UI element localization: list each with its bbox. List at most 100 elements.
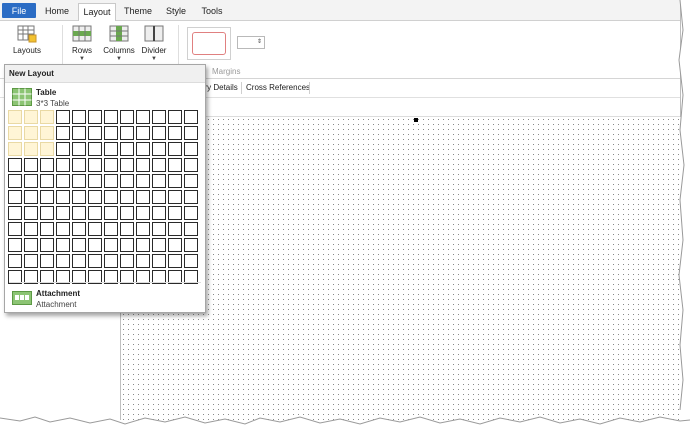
table-grid-cell[interactable] bbox=[168, 190, 182, 204]
table-grid-cell[interactable] bbox=[56, 206, 70, 220]
table-grid-cell[interactable] bbox=[120, 126, 134, 140]
table-grid-cell[interactable] bbox=[168, 110, 182, 124]
table-grid-cell[interactable] bbox=[88, 142, 102, 156]
table-grid-cell[interactable] bbox=[104, 142, 118, 156]
table-grid-cell[interactable] bbox=[88, 238, 102, 252]
table-grid-cell[interactable] bbox=[72, 142, 86, 156]
table-grid-cell[interactable] bbox=[184, 158, 198, 172]
table-grid-cell[interactable] bbox=[152, 238, 166, 252]
table-grid-cell[interactable] bbox=[88, 110, 102, 124]
table-grid-cell[interactable] bbox=[168, 254, 182, 268]
table-grid-cell[interactable] bbox=[152, 174, 166, 188]
table-grid-cell[interactable] bbox=[104, 222, 118, 236]
tab-cross-references[interactable]: Cross References bbox=[246, 83, 310, 92]
table-grid-cell[interactable] bbox=[104, 238, 118, 252]
table-grid-cell[interactable] bbox=[88, 254, 102, 268]
table-grid-cell[interactable] bbox=[136, 142, 150, 156]
table-grid-cell[interactable] bbox=[40, 174, 54, 188]
table-grid-cell[interactable] bbox=[8, 174, 22, 188]
table-grid-cell[interactable] bbox=[56, 142, 70, 156]
table-grid-cell[interactable] bbox=[8, 254, 22, 268]
table-grid-cell[interactable] bbox=[88, 126, 102, 140]
table-grid-cell[interactable] bbox=[72, 238, 86, 252]
table-grid-cell[interactable] bbox=[72, 254, 86, 268]
table-grid-cell[interactable] bbox=[24, 238, 38, 252]
rows-button[interactable]: Rows ▼ bbox=[68, 25, 96, 62]
table-grid-cell[interactable] bbox=[136, 222, 150, 236]
table-grid-cell[interactable] bbox=[40, 254, 54, 268]
table-grid-cell[interactable] bbox=[24, 254, 38, 268]
table-grid-cell[interactable] bbox=[8, 190, 22, 204]
tab-style[interactable]: Style bbox=[162, 3, 190, 19]
table-grid-cell[interactable] bbox=[40, 206, 54, 220]
table-grid-cell[interactable] bbox=[136, 174, 150, 188]
table-grid-cell[interactable] bbox=[152, 158, 166, 172]
margin-value-spinner[interactable]: ⇕ bbox=[237, 36, 265, 49]
table-grid-cell[interactable] bbox=[104, 110, 118, 124]
table-grid-cell[interactable] bbox=[104, 206, 118, 220]
table-grid-cell[interactable] bbox=[168, 238, 182, 252]
table-grid-cell[interactable] bbox=[152, 142, 166, 156]
table-grid-cell[interactable] bbox=[24, 206, 38, 220]
table-grid-cell[interactable] bbox=[168, 126, 182, 140]
table-grid-cell[interactable] bbox=[152, 206, 166, 220]
tab-layout[interactable]: Layout bbox=[78, 3, 116, 22]
table-grid-cell[interactable] bbox=[136, 126, 150, 140]
table-grid-cell[interactable] bbox=[8, 126, 22, 140]
table-grid-cell[interactable] bbox=[152, 254, 166, 268]
table-grid-cell[interactable] bbox=[168, 222, 182, 236]
divider-button[interactable]: Divider ▼ bbox=[140, 25, 168, 62]
table-grid-cell[interactable] bbox=[120, 110, 134, 124]
table-grid-cell[interactable] bbox=[40, 222, 54, 236]
table-grid-cell[interactable] bbox=[136, 238, 150, 252]
table-grid-cell[interactable] bbox=[120, 174, 134, 188]
table-grid-cell[interactable] bbox=[168, 174, 182, 188]
table-grid-cell[interactable] bbox=[40, 238, 54, 252]
table-grid-cell[interactable] bbox=[8, 238, 22, 252]
table-grid-cell[interactable] bbox=[120, 142, 134, 156]
table-grid-cell[interactable] bbox=[88, 174, 102, 188]
table-grid-cell[interactable] bbox=[72, 126, 86, 140]
table-grid-cell[interactable] bbox=[24, 142, 38, 156]
table-grid-cell[interactable] bbox=[72, 174, 86, 188]
table-grid-cell[interactable] bbox=[24, 110, 38, 124]
table-grid-cell[interactable] bbox=[72, 110, 86, 124]
table-grid-cell[interactable] bbox=[184, 254, 198, 268]
table-grid-cell[interactable] bbox=[40, 158, 54, 172]
table-grid-cell[interactable] bbox=[152, 222, 166, 236]
table-grid-cell[interactable] bbox=[24, 126, 38, 140]
table-grid-cell[interactable] bbox=[40, 190, 54, 204]
table-grid-cell[interactable] bbox=[24, 222, 38, 236]
table-grid-cell[interactable] bbox=[8, 206, 22, 220]
table-grid-cell[interactable] bbox=[184, 238, 198, 252]
table-grid-cell[interactable] bbox=[56, 222, 70, 236]
table-grid-cell[interactable] bbox=[104, 190, 118, 204]
table-grid-cell[interactable] bbox=[104, 158, 118, 172]
table-grid-cell[interactable] bbox=[168, 206, 182, 220]
table-grid-cell[interactable] bbox=[24, 174, 38, 188]
resize-handle[interactable] bbox=[414, 118, 418, 122]
table-grid-cell[interactable] bbox=[56, 174, 70, 188]
table-grid-cell[interactable] bbox=[184, 174, 198, 188]
table-grid-cell[interactable] bbox=[72, 158, 86, 172]
table-grid-cell[interactable] bbox=[56, 238, 70, 252]
table-option[interactable]: Table 3*3 Table bbox=[5, 84, 205, 108]
table-grid-cell[interactable] bbox=[72, 206, 86, 220]
table-grid-cell[interactable] bbox=[40, 126, 54, 140]
table-grid-cell[interactable] bbox=[120, 206, 134, 220]
table-grid-cell[interactable] bbox=[184, 222, 198, 236]
margins-preview[interactable] bbox=[187, 27, 231, 60]
tab-theme[interactable]: Theme bbox=[121, 3, 155, 19]
attachment-option[interactable]: Attachment Attachment bbox=[5, 285, 205, 310]
table-grid-cell[interactable] bbox=[72, 190, 86, 204]
table-grid-cell[interactable] bbox=[120, 158, 134, 172]
table-grid-cell[interactable] bbox=[152, 110, 166, 124]
table-grid-cell[interactable] bbox=[120, 190, 134, 204]
table-grid-cell[interactable] bbox=[40, 110, 54, 124]
table-grid-cell[interactable] bbox=[56, 158, 70, 172]
table-grid-cell[interactable] bbox=[104, 254, 118, 268]
table-grid-cell[interactable] bbox=[56, 254, 70, 268]
table-grid-cell[interactable] bbox=[72, 222, 86, 236]
table-grid-cell[interactable] bbox=[184, 142, 198, 156]
table-grid-cell[interactable] bbox=[136, 110, 150, 124]
